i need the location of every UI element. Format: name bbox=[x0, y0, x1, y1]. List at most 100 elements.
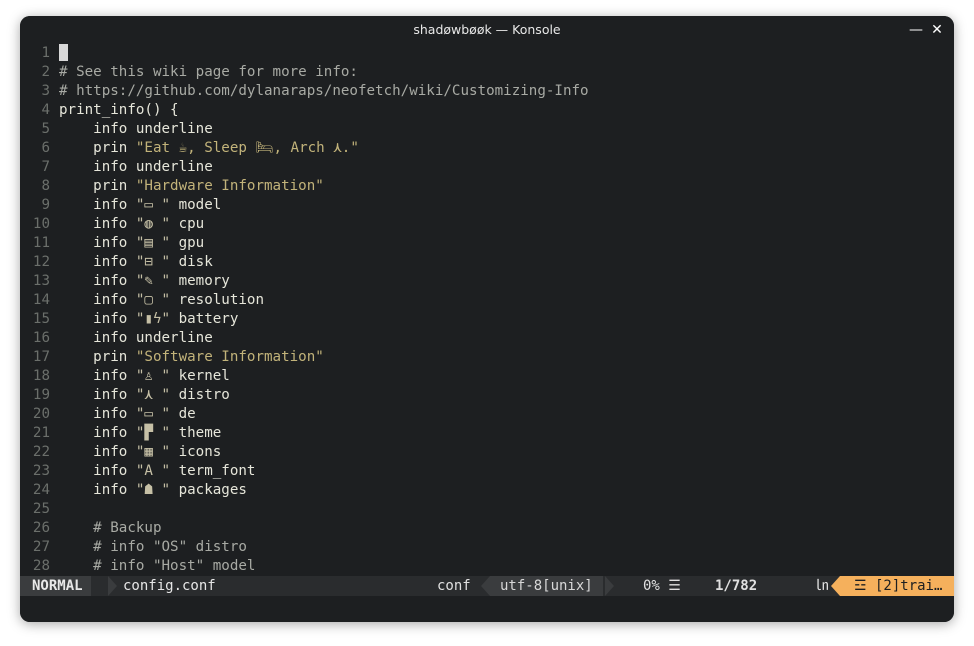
code-token: # Backup bbox=[59, 520, 162, 536]
code-text: info underline bbox=[59, 158, 213, 177]
code-token: # See this wiki page for more info: bbox=[59, 64, 358, 80]
code-token: "⋏ " bbox=[135, 387, 171, 403]
editor-buffer[interactable]: 1 2 # See this wiki page for more info: 3 # … bbox=[20, 44, 954, 576]
code-text: info underline bbox=[59, 329, 213, 348]
editor-line[interactable]: 26 # Backup bbox=[20, 519, 954, 538]
code-text: info "♙ " kernel bbox=[59, 367, 230, 386]
line-number: 2 bbox=[41, 64, 50, 80]
code-token: info bbox=[59, 292, 136, 308]
editor-line[interactable]: 8 prin "Hardware Information" bbox=[20, 177, 954, 196]
code-text: prin "Hardware Information" bbox=[59, 177, 324, 196]
code-text: info "⋏ " distro bbox=[59, 386, 230, 405]
code-text: info "⊟ " disk bbox=[59, 253, 213, 272]
editor-line[interactable]: 9 info "▭ " model bbox=[20, 196, 954, 215]
editor-line[interactable]: 1 bbox=[20, 44, 954, 63]
code-text: prin "Software Information" bbox=[59, 348, 324, 367]
editor-line[interactable]: 10 info "◍ " cpu bbox=[20, 215, 954, 234]
code-text: info "☗ " packages bbox=[59, 481, 247, 500]
code-token: # https://github.com/dylanaraps/neofetch… bbox=[59, 83, 589, 99]
editor-line[interactable]: 4 print_info() { bbox=[20, 101, 954, 120]
editor-line[interactable]: 3 # https://github.com/dylanaraps/neofetc… bbox=[20, 82, 954, 101]
code-token: icons bbox=[170, 444, 222, 460]
code-text: prin "Eat ☕, Sleep 🛏, Arch ⋏." bbox=[59, 139, 359, 158]
code-token: "♙ " bbox=[135, 368, 171, 384]
editor-line[interactable]: 22 info "▦ " icons bbox=[20, 443, 954, 462]
code-token: "Hardware Information" bbox=[135, 178, 324, 194]
code-token: info bbox=[59, 311, 136, 327]
powerline-separator-icon bbox=[831, 576, 840, 596]
line-number: 6 bbox=[41, 140, 50, 156]
code-token: info underline bbox=[59, 159, 213, 175]
status-line: NORMAL config.conf conf utf-8[unix] 0% ☰… bbox=[20, 576, 954, 596]
code-token: "▭ " bbox=[135, 406, 171, 422]
editor-line[interactable]: 2 # See this wiki page for more info: bbox=[20, 63, 954, 82]
editor-line[interactable]: 16 info underline bbox=[20, 329, 954, 348]
editor-line[interactable]: 21 info "▛ " theme bbox=[20, 424, 954, 443]
code-text: # info "Host" model bbox=[59, 557, 255, 576]
line-number: 1 bbox=[41, 45, 50, 61]
code-token: "⊟ " bbox=[135, 254, 171, 270]
editor-line[interactable]: 12 info "⊟ " disk bbox=[20, 253, 954, 272]
code-text: info "▦ " icons bbox=[59, 443, 221, 462]
code-text bbox=[59, 44, 68, 64]
line-number: 28 bbox=[32, 558, 50, 574]
minimize-button[interactable]: — bbox=[906, 20, 926, 40]
line-position: 1/782 bbox=[715, 578, 758, 594]
editor-line[interactable]: 11 info "▤ " gpu bbox=[20, 234, 954, 253]
code-token: de bbox=[170, 406, 196, 422]
line-number: 26 bbox=[32, 520, 50, 536]
trailing-whitespace-warning: ☲ [2]trai… bbox=[840, 576, 954, 596]
line-number: 22 bbox=[32, 444, 50, 460]
code-token: model bbox=[170, 197, 222, 213]
line-number: 4 bbox=[41, 102, 50, 118]
close-button[interactable]: ✕ bbox=[927, 20, 947, 40]
code-token: gpu bbox=[170, 235, 205, 251]
editor-line[interactable]: 14 info "▢ " resolution bbox=[20, 291, 954, 310]
code-text: # info "OS" distro bbox=[59, 538, 247, 557]
code-text: info "▭ " de bbox=[59, 405, 196, 424]
editor-line[interactable]: 19 info "⋏ " distro bbox=[20, 386, 954, 405]
code-text: info "▛ " theme bbox=[59, 424, 221, 443]
code-text: # Backup bbox=[59, 519, 162, 538]
editor-line[interactable]: 13 info "✎ " memory bbox=[20, 272, 954, 291]
code-text: info underline bbox=[59, 120, 213, 139]
editor-line[interactable]: 18 info "♙ " kernel bbox=[20, 367, 954, 386]
editor-line[interactable]: 25 bbox=[20, 500, 954, 519]
terminal-padding bbox=[20, 596, 954, 622]
filename-label: config.conf bbox=[123, 578, 216, 594]
code-token: info underline bbox=[59, 121, 213, 137]
editor-line[interactable]: 20 info "▭ " de bbox=[20, 405, 954, 424]
code-token: term_font bbox=[170, 463, 256, 479]
editor-line[interactable]: 15 info "▮ϟ" battery bbox=[20, 310, 954, 329]
line-number: 10 bbox=[32, 216, 50, 232]
code-token: info bbox=[59, 197, 136, 213]
editor-line[interactable]: 24 info "☗ " packages bbox=[20, 481, 954, 500]
editor-line[interactable]: 28 # info "Host" model bbox=[20, 557, 954, 576]
code-token: info bbox=[59, 425, 136, 441]
line-number: 21 bbox=[32, 425, 50, 441]
code-token: "☗ " bbox=[135, 482, 171, 498]
line-number: 15 bbox=[32, 311, 50, 327]
line-number: 27 bbox=[32, 539, 50, 555]
editor-line[interactable]: 7 info underline bbox=[20, 158, 954, 177]
title-bar[interactable]: shadøwbøøk — Konsole — ✕ bbox=[20, 16, 954, 44]
editor-line[interactable]: 6 prin "Eat ☕, Sleep 🛏, Arch ⋏." bbox=[20, 139, 954, 158]
editor-line[interactable]: 23 info "A " term_font bbox=[20, 462, 954, 481]
konsole-window: shadøwbøøk — Konsole — ✕ 1 2 # See this wi… bbox=[20, 16, 954, 622]
text-cursor bbox=[59, 44, 68, 61]
line-number: 18 bbox=[32, 368, 50, 384]
editor-line[interactable]: 27 # info "OS" distro bbox=[20, 538, 954, 557]
code-token: # info "Host" model bbox=[59, 558, 256, 574]
code-token: info bbox=[59, 406, 136, 422]
code-token: resolution bbox=[170, 292, 265, 308]
line-number: 11 bbox=[32, 235, 50, 251]
line-number: 20 bbox=[32, 406, 50, 422]
code-token: disk bbox=[170, 254, 213, 270]
line-number: 14 bbox=[32, 292, 50, 308]
code-token: "▦ " bbox=[135, 444, 171, 460]
code-text: info "✎ " memory bbox=[59, 272, 230, 291]
line-number: 24 bbox=[32, 482, 50, 498]
editor-line[interactable]: 5 info underline bbox=[20, 120, 954, 139]
editor-line[interactable]: 17 prin "Software Information" bbox=[20, 348, 954, 367]
line-number: 9 bbox=[41, 197, 50, 213]
